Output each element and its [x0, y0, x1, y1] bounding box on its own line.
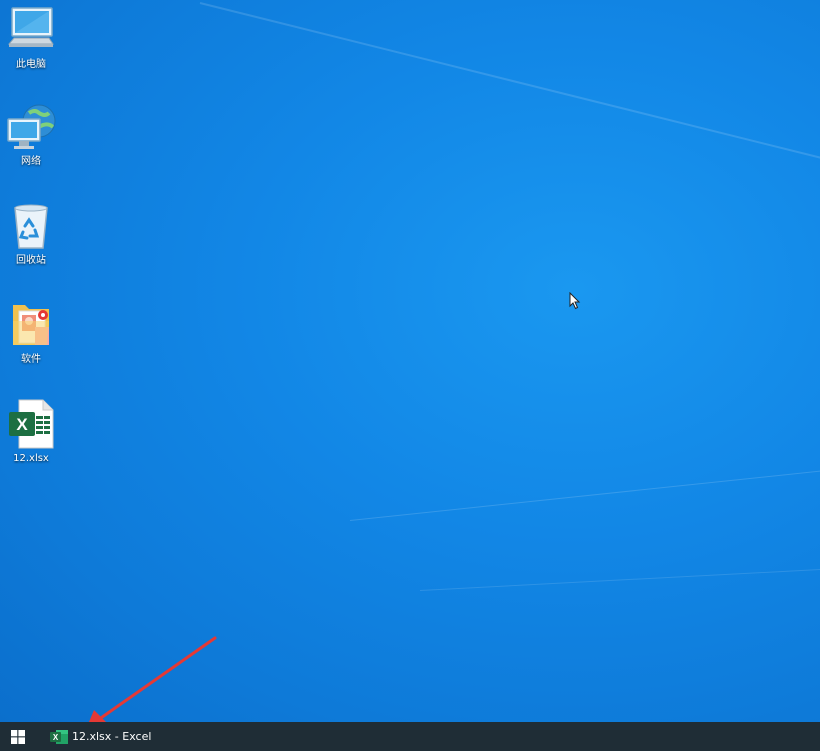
desktop-icon-label: 此电脑	[16, 59, 46, 70]
svg-text:X: X	[16, 415, 28, 434]
excel-icon: X	[50, 729, 68, 744]
desktop-icon-label: 软件	[21, 354, 41, 365]
taskbar-excel-window[interactable]: X 12.xlsx - Excel	[44, 722, 157, 751]
desktop-icon-network[interactable]: 网络	[3, 101, 59, 168]
folder-icon	[13, 305, 49, 345]
desktop: 此电脑 网络 回收站 软件 X 12.xlsx	[0, 0, 820, 722]
taskbar-item-label: 12.xlsx - Excel	[72, 730, 152, 743]
excel-file-icon: X	[9, 399, 54, 449]
desktop-icon-label: 网络	[21, 156, 41, 167]
svg-text:X: X	[53, 733, 59, 742]
taskbar: X 12.xlsx - Excel	[0, 722, 820, 751]
wallpaper-light-beam	[199, 2, 820, 164]
desktop-icon-recycle-bin[interactable]: 回收站	[3, 200, 59, 267]
desktop-icon-software-folder[interactable]: 软件	[3, 299, 59, 366]
desktop-icon-label: 12.xlsx	[13, 453, 49, 464]
this-pc-icon	[7, 7, 54, 47]
network-icon	[7, 104, 56, 149]
desktop-icon-12-xlsx[interactable]: X 12.xlsx	[3, 398, 59, 465]
start-button[interactable]	[4, 722, 32, 751]
desktop-icon-label: 回收站	[16, 255, 46, 266]
windows-logo-icon	[11, 729, 25, 744]
wallpaper-light-beam	[349, 465, 820, 521]
desktop-icon-this-pc[interactable]: 此电脑	[3, 4, 59, 71]
recycle-bin-icon	[14, 204, 48, 249]
mouse-pointer-icon	[569, 292, 581, 310]
wallpaper-light-beam	[419, 568, 820, 591]
